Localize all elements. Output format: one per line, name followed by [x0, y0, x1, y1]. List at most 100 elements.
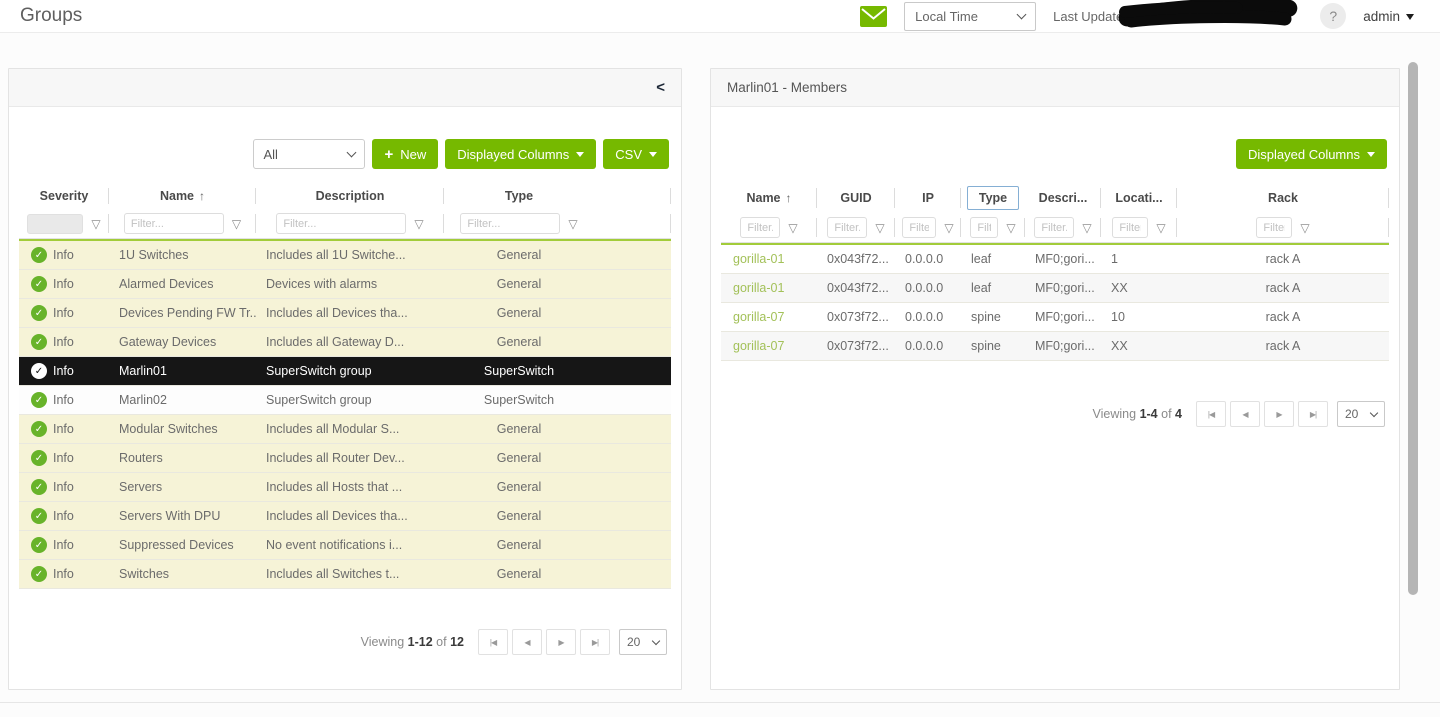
page-size-select[interactable]: 20	[619, 629, 667, 655]
table-row[interactable]: ✓Info Servers With DPU Includes all Devi…	[19, 502, 671, 531]
member-name-link[interactable]: gorilla-01	[721, 245, 817, 273]
group-type: SuperSwitch	[444, 386, 594, 414]
last-page-button[interactable]: ▶|	[580, 629, 610, 655]
next-page-button[interactable]: ▶	[546, 629, 576, 655]
description-filter-input[interactable]	[276, 213, 406, 234]
members-panel-title: Marlin01 - Members	[727, 80, 847, 95]
group-type: General	[444, 531, 594, 559]
group-name: Marlin02	[109, 386, 256, 414]
ip-filter-input[interactable]	[902, 217, 936, 238]
table-row-selected[interactable]: ✓Info Marlin01 SuperSwitch group SuperSw…	[19, 357, 671, 386]
name-filter-input[interactable]	[124, 213, 224, 234]
displayed-columns-button[interactable]: Displayed Columns	[445, 139, 596, 169]
content-bottom-divider	[0, 702, 1440, 703]
prev-page-button[interactable]: ◀	[512, 629, 542, 655]
next-page-button[interactable]: ▶	[1264, 401, 1294, 427]
last-page-button[interactable]: ▶|	[1298, 401, 1328, 427]
filter-funnel-icon[interactable]: ▽	[1082, 221, 1091, 235]
mail-icon[interactable]	[860, 6, 887, 27]
location-filter-input[interactable]	[1112, 217, 1148, 238]
prev-page-button[interactable]: ◀	[1230, 401, 1260, 427]
group-type: General	[444, 241, 594, 269]
first-page-button[interactable]: |◀	[478, 629, 508, 655]
page-size-select[interactable]: 20	[1337, 401, 1385, 427]
members-pagination: Viewing 1-4 of 4 |◀ ◀ ▶ ▶| 20	[725, 401, 1385, 427]
table-row[interactable]: ✓Info Routers Includes all Router Dev...…	[19, 444, 671, 473]
column-header-name[interactable]: Name ↑	[109, 183, 256, 209]
filter-funnel-icon[interactable]: ▽	[875, 221, 884, 235]
column-header-guid[interactable]: GUID	[817, 183, 895, 213]
group-name: Gateway Devices	[109, 328, 256, 356]
name-filter-input[interactable]	[740, 217, 780, 238]
column-header-rack[interactable]: Rack	[1177, 183, 1389, 213]
type-filter-input[interactable]	[460, 213, 560, 234]
check-circle-icon: ✓	[31, 363, 47, 379]
csv-export-button[interactable]: CSV	[603, 139, 669, 169]
group-scope-value: All	[263, 147, 277, 162]
new-group-button[interactable]: + New	[372, 139, 438, 169]
table-row[interactable]: ✓Info Switches Includes all Switches t..…	[19, 560, 671, 589]
member-name-link[interactable]: gorilla-01	[721, 274, 817, 302]
type-filter-input[interactable]	[970, 217, 998, 238]
group-type: General	[444, 415, 594, 443]
help-icon[interactable]: ?	[1320, 3, 1346, 29]
column-header-type-focused[interactable]: Type	[961, 183, 1025, 213]
filter-funnel-icon[interactable]: ▽	[1156, 221, 1165, 235]
timezone-select[interactable]: Local Time	[904, 2, 1036, 31]
table-row[interactable]: gorilla-01 0x043f72... 0.0.0.0 leaf MF0;…	[721, 274, 1389, 303]
description-filter-input[interactable]	[1034, 217, 1074, 238]
sort-ascending-icon: ↑	[786, 191, 792, 205]
check-circle-icon: ✓	[31, 392, 47, 408]
check-circle-icon: ✓	[31, 450, 47, 466]
last-update: Last Update	[1053, 0, 1303, 32]
group-description: Includes all Devices tha...	[256, 502, 444, 530]
top-bar: Groups Local Time Last Update	[0, 0, 1440, 33]
table-row[interactable]: ✓Info Servers Includes all Hosts that ..…	[19, 473, 671, 502]
group-type: General	[444, 560, 594, 588]
table-row[interactable]: ✓Info Suppressed Devices No event notifi…	[19, 531, 671, 560]
table-row[interactable]: ✓Info Devices Pending FW Tr... Includes …	[19, 299, 671, 328]
table-row[interactable]: gorilla-07 0x073f72... 0.0.0.0 spine MF0…	[721, 303, 1389, 332]
group-scope-select[interactable]: All	[253, 139, 365, 169]
table-row[interactable]: ✓Info Marlin02 SuperSwitch group SuperSw…	[19, 386, 671, 415]
table-row[interactable]: ✓Info 1U Switches Includes all 1U Switch…	[19, 241, 671, 270]
table-row[interactable]: ✓Info Modular Switches Includes all Modu…	[19, 415, 671, 444]
vertical-scrollbar[interactable]	[1408, 62, 1418, 595]
collapse-panel-icon[interactable]: <	[656, 79, 665, 96]
filter-funnel-icon[interactable]: ▽	[788, 221, 797, 235]
filter-funnel-icon[interactable]: ▽	[1006, 221, 1015, 235]
first-page-button[interactable]: |◀	[1196, 401, 1226, 427]
column-header-location[interactable]: Locati...	[1101, 183, 1177, 213]
group-description: Includes all Router Dev...	[256, 444, 444, 472]
member-name-link[interactable]: gorilla-07	[721, 332, 817, 360]
filter-funnel-icon[interactable]: ▽	[91, 217, 100, 231]
column-header-description[interactable]: Descri...	[1025, 183, 1101, 213]
column-header-type[interactable]: Type	[444, 183, 594, 209]
filter-funnel-icon[interactable]: ▽	[1300, 221, 1309, 235]
group-name: Servers	[109, 473, 256, 501]
group-name: Devices Pending FW Tr...	[109, 299, 256, 327]
column-header-name[interactable]: Name ↑	[721, 183, 817, 213]
check-circle-icon: ✓	[31, 276, 47, 292]
filter-funnel-icon[interactable]: ▽	[232, 217, 241, 231]
members-panel-header: Marlin01 - Members	[711, 69, 1399, 107]
column-header-severity[interactable]: Severity	[19, 183, 109, 209]
check-circle-icon: ✓	[31, 566, 47, 582]
table-row[interactable]: ✓Info Gateway Devices Includes all Gatew…	[19, 328, 671, 357]
members-panel: Marlin01 - Members Displayed Columns Nam…	[710, 68, 1400, 690]
displayed-columns-button[interactable]: Displayed Columns	[1236, 139, 1387, 169]
guid-filter-input[interactable]	[827, 217, 867, 238]
member-name-link[interactable]: gorilla-07	[721, 303, 817, 331]
table-row[interactable]: ✓Info Alarmed Devices Devices with alarm…	[19, 270, 671, 299]
filter-funnel-icon[interactable]: ▽	[414, 217, 423, 231]
group-name: Routers	[109, 444, 256, 472]
filter-funnel-icon[interactable]: ▽	[568, 217, 577, 231]
filter-funnel-icon[interactable]: ▽	[944, 221, 953, 235]
column-header-description[interactable]: Description	[256, 183, 444, 209]
table-row[interactable]: gorilla-07 0x073f72... 0.0.0.0 spine MF0…	[721, 332, 1389, 361]
group-type: General	[444, 473, 594, 501]
column-header-ip[interactable]: IP	[895, 183, 961, 213]
user-menu[interactable]: admin	[1363, 9, 1414, 24]
table-row[interactable]: gorilla-01 0x043f72... 0.0.0.0 leaf MF0;…	[721, 245, 1389, 274]
rack-filter-input[interactable]	[1256, 217, 1292, 238]
